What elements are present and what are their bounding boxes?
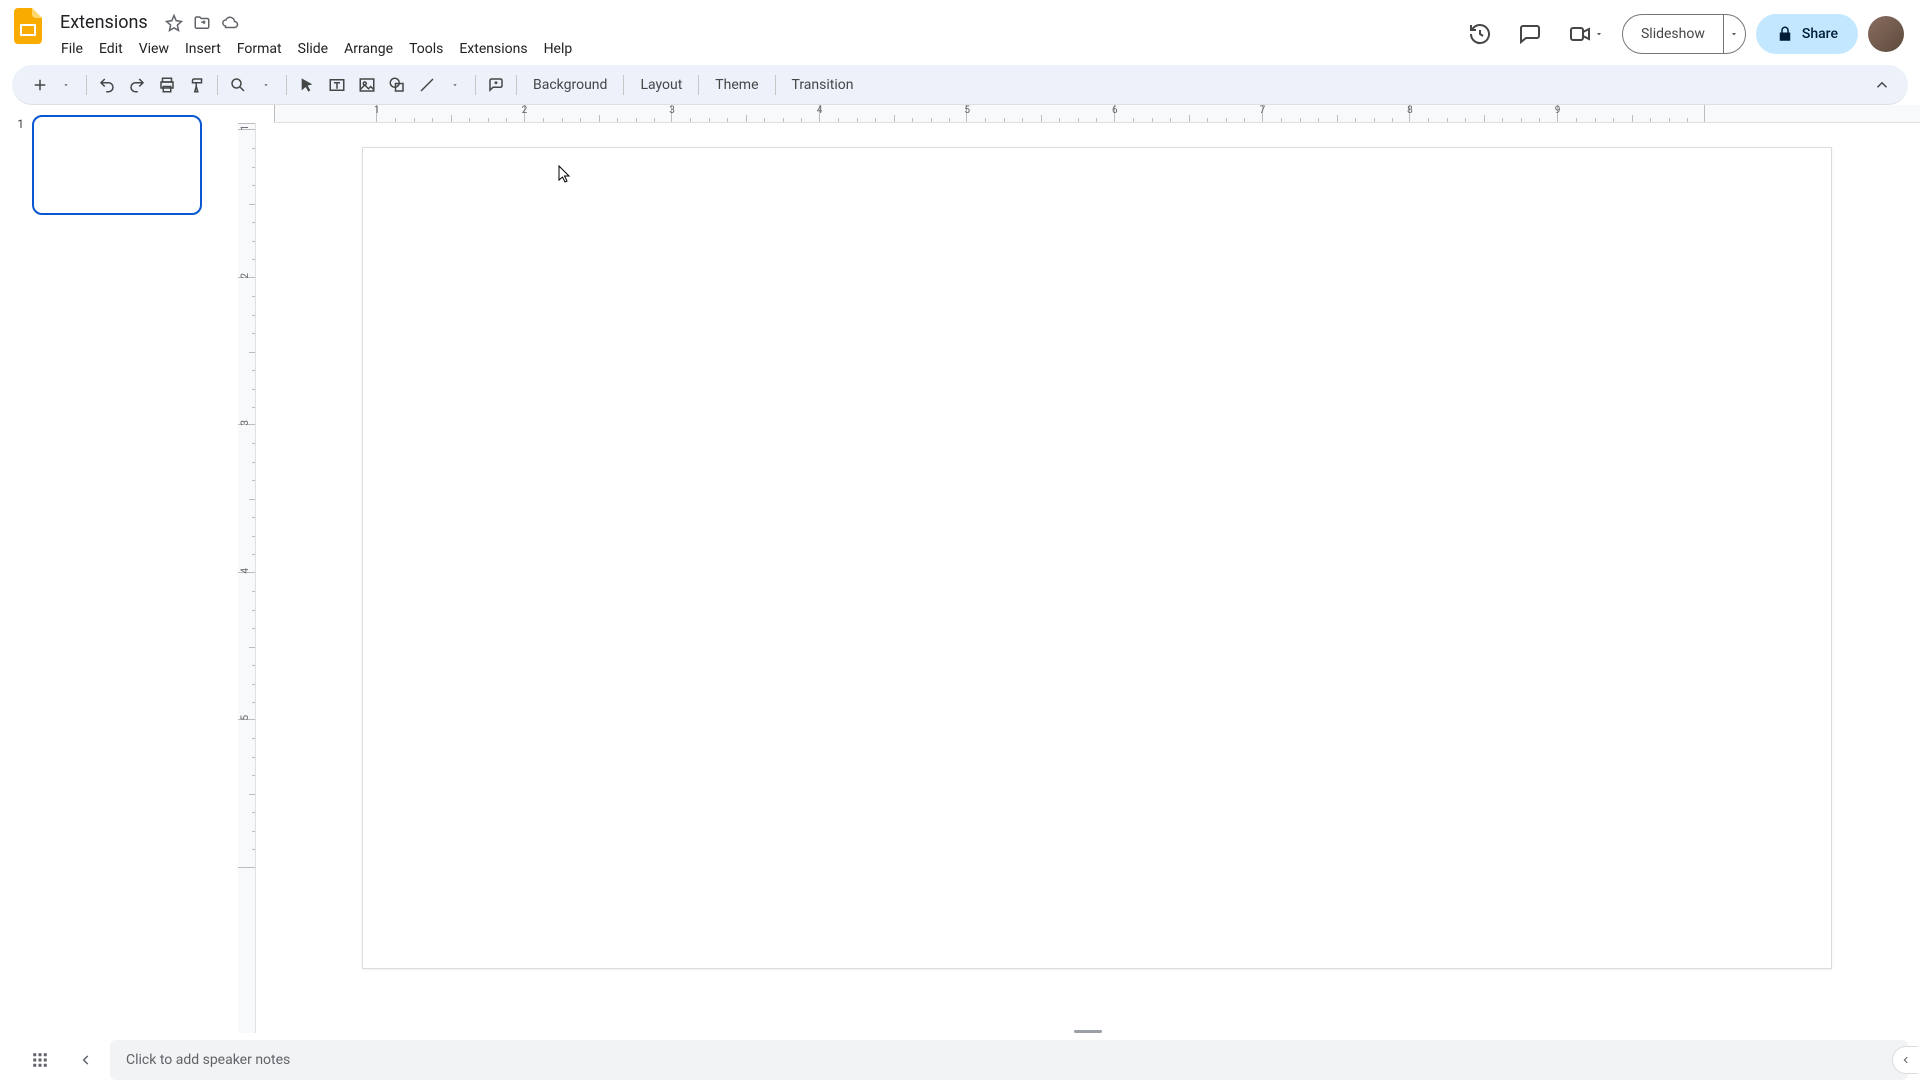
line-dropdown[interactable] xyxy=(441,71,469,99)
new-slide-group xyxy=(26,71,80,99)
line-tool[interactable] xyxy=(413,71,441,99)
bottom-bar: Click to add speaker notes xyxy=(0,1033,1920,1087)
separator xyxy=(217,75,218,95)
menu-slide[interactable]: Slide xyxy=(291,37,335,61)
slide-thumbnail-row: 1 xyxy=(12,115,226,215)
new-slide-dropdown[interactable] xyxy=(52,71,80,99)
separator xyxy=(475,75,476,95)
menu-arrange[interactable]: Arrange xyxy=(337,37,400,61)
menu-format[interactable]: Format xyxy=(230,37,289,61)
version-history-icon[interactable] xyxy=(1460,14,1500,54)
collapse-filmstrip-icon[interactable] xyxy=(74,1048,98,1072)
menu-file[interactable]: File xyxy=(54,37,90,61)
share-label: Share xyxy=(1802,26,1838,42)
present-dropdown[interactable] xyxy=(1723,15,1745,53)
move-folder-icon[interactable] xyxy=(190,11,214,35)
menu-insert[interactable]: Insert xyxy=(178,37,228,61)
zoom-button[interactable] xyxy=(224,71,252,99)
menu-help[interactable]: Help xyxy=(537,37,580,61)
comment-icon[interactable] xyxy=(1510,14,1550,54)
separator xyxy=(286,75,287,95)
image-tool[interactable] xyxy=(353,71,381,99)
slide-canvas[interactable] xyxy=(362,147,1832,969)
share-button[interactable]: Share xyxy=(1756,14,1858,54)
menu-view[interactable]: View xyxy=(132,37,176,61)
header-right: Slideshow Share xyxy=(1460,8,1904,54)
layout-button[interactable]: Layout xyxy=(630,71,692,99)
undo-button[interactable] xyxy=(93,71,121,99)
lock-icon xyxy=(1776,25,1794,43)
new-slide-button[interactable] xyxy=(26,71,54,99)
grid-view-icon[interactable] xyxy=(28,1048,52,1072)
speaker-notes-split-handle[interactable] xyxy=(1074,1030,1102,1033)
present-group: Slideshow xyxy=(1622,14,1746,54)
speaker-notes-input[interactable]: Click to add speaker notes xyxy=(110,1040,1908,1080)
slideshow-button[interactable]: Slideshow xyxy=(1623,15,1723,53)
title-row: Extensions xyxy=(54,10,1452,35)
account-avatar[interactable] xyxy=(1868,16,1904,52)
paint-format-button[interactable] xyxy=(183,71,211,99)
menu-extensions[interactable]: Extensions xyxy=(452,37,534,61)
collapse-toolbar-button[interactable] xyxy=(1868,71,1896,99)
bottom-left-controls xyxy=(0,1048,110,1072)
select-tool[interactable] xyxy=(293,71,321,99)
cursor-icon xyxy=(558,165,572,183)
slide-number: 1 xyxy=(12,115,24,131)
print-button[interactable] xyxy=(153,71,181,99)
menubar: File Edit View Insert Format Slide Arran… xyxy=(54,37,1452,61)
menu-edit[interactable]: Edit xyxy=(92,37,130,61)
horizontal-ruler[interactable]: 1 2 3 4 5 6 7 8 9 xyxy=(274,105,1920,123)
header: Extensions File Edit View Insert Format … xyxy=(0,0,1920,61)
app-logo[interactable] xyxy=(10,8,46,44)
meet-icon[interactable] xyxy=(1560,14,1612,54)
shape-tool[interactable] xyxy=(383,71,411,99)
separator xyxy=(86,75,87,95)
slide-thumbnail[interactable] xyxy=(32,115,202,215)
redo-button[interactable] xyxy=(123,71,151,99)
comment-tool[interactable] xyxy=(482,71,510,99)
textbox-tool[interactable] xyxy=(323,71,351,99)
star-icon[interactable] xyxy=(162,11,186,35)
background-button[interactable]: Background xyxy=(523,71,617,99)
toolbar: Background Layout Theme Transition xyxy=(12,65,1908,105)
canvas-background[interactable] xyxy=(256,123,1920,1033)
separator xyxy=(698,75,699,95)
doc-title[interactable]: Extensions xyxy=(54,10,154,35)
transition-button[interactable]: Transition xyxy=(782,71,864,99)
explore-tab[interactable] xyxy=(1892,1046,1918,1074)
theme-button[interactable]: Theme xyxy=(705,71,768,99)
filmstrip[interactable]: 1 xyxy=(0,105,238,1033)
cloud-status-icon[interactable] xyxy=(218,11,242,35)
title-area: Extensions File Edit View Insert Format … xyxy=(54,8,1452,61)
title-icons xyxy=(162,11,242,35)
separator xyxy=(516,75,517,95)
vertical-ruler[interactable]: 1 2 3 4 5 xyxy=(238,123,256,1033)
separator xyxy=(775,75,776,95)
body: 1 1 2 3 4 5 6 7 8 9 1 2 3 4 5 xyxy=(0,105,1920,1033)
menu-tools[interactable]: Tools xyxy=(402,37,450,61)
zoom-dropdown[interactable] xyxy=(252,71,280,99)
separator xyxy=(623,75,624,95)
canvas-area: 1 2 3 4 5 6 7 8 9 1 2 3 4 5 xyxy=(238,105,1920,1033)
